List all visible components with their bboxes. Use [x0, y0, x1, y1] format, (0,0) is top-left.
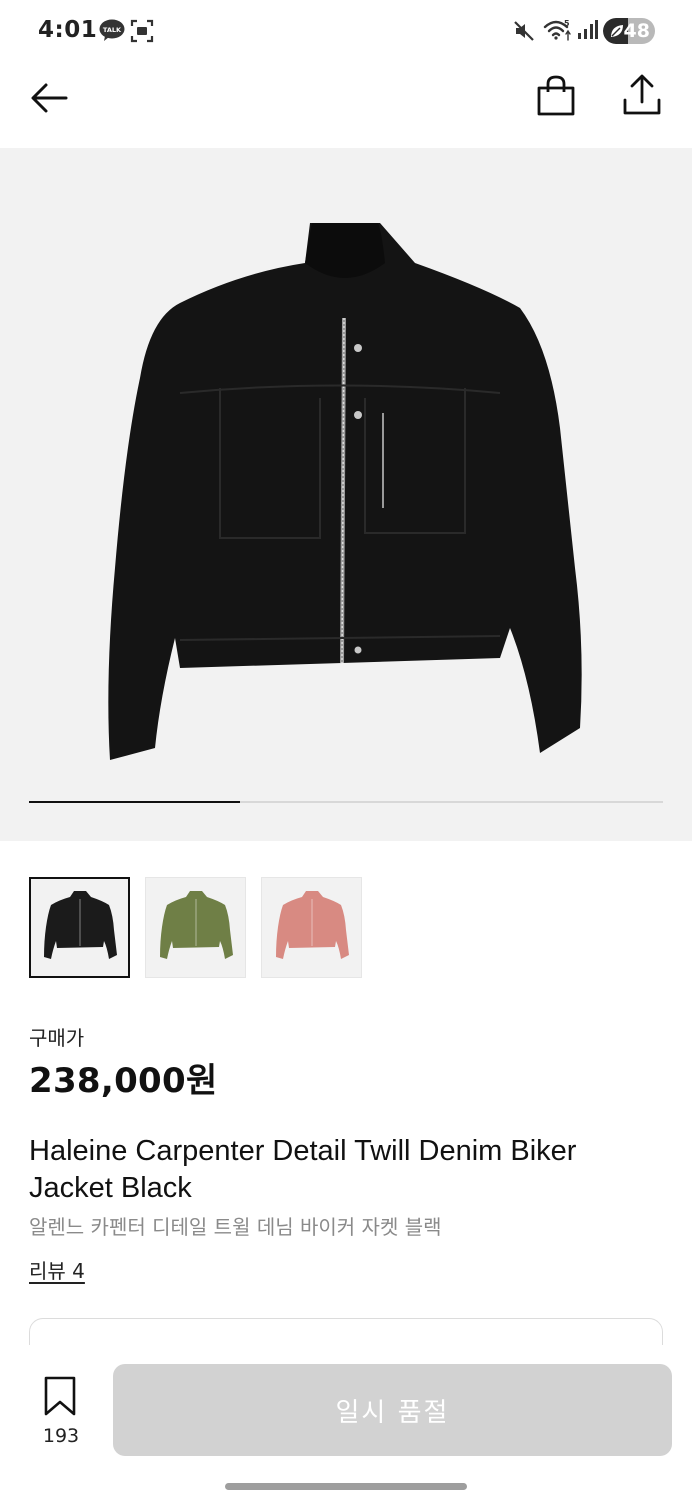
app-bar [0, 62, 692, 148]
price-label: 구매가 [29, 1026, 85, 1050]
shopping-bag-icon[interactable] [534, 74, 578, 118]
svg-text:5: 5 [564, 19, 570, 28]
battery-icon: 48 [603, 18, 655, 44]
home-indicator[interactable] [225, 1483, 467, 1490]
product-image [108, 223, 582, 760]
gallery-progress-fill [29, 801, 241, 803]
price: 238,000원 [29, 1061, 218, 1101]
thumbnail-jacket-black [43, 890, 117, 959]
back-arrow-icon[interactable] [28, 76, 72, 120]
gallery-progress-bar [29, 801, 663, 803]
status-time: 4:01 [38, 17, 98, 43]
product-title-english: Haleine Carpenter Detail Twill Denim Bik… [29, 1135, 577, 1204]
svg-text:TALK: TALK [103, 26, 122, 34]
thumbnail-jacket-pink [275, 890, 349, 959]
battery-level: 48 [623, 20, 650, 42]
thumbnail-black[interactable] [29, 877, 130, 978]
thumbnail-pink[interactable] [261, 877, 362, 978]
product-title-korean: 알렌느 카펜터 디테일 트윌 데님 바이커 자켓 블랙 [29, 1215, 442, 1239]
kakaotalk-icon: TALK [99, 19, 125, 41]
share-icon[interactable] [620, 72, 664, 118]
bookmark-icon [44, 1376, 76, 1416]
wishlist-button[interactable]: 193 [34, 1375, 88, 1453]
screenshot-icon [130, 19, 154, 43]
wishlist-count: 193 [42, 1425, 80, 1447]
product-image-gallery[interactable] [0, 148, 692, 841]
status-bar: 4:01 TALK 5 48 [0, 0, 692, 62]
sold-out-button[interactable]: 일시 품절 [113, 1364, 672, 1456]
color-thumbnails [29, 877, 362, 978]
wifi-icon: 5 [543, 19, 571, 41]
review-link[interactable]: 리뷰 4 [29, 1255, 85, 1284]
thumbnail-green[interactable] [145, 877, 246, 978]
signal-icon [578, 20, 598, 39]
mute-icon [514, 21, 534, 41]
bottom-action-bar: 193 일시 품절 [0, 1345, 692, 1500]
thumbnail-jacket-green [159, 890, 233, 959]
